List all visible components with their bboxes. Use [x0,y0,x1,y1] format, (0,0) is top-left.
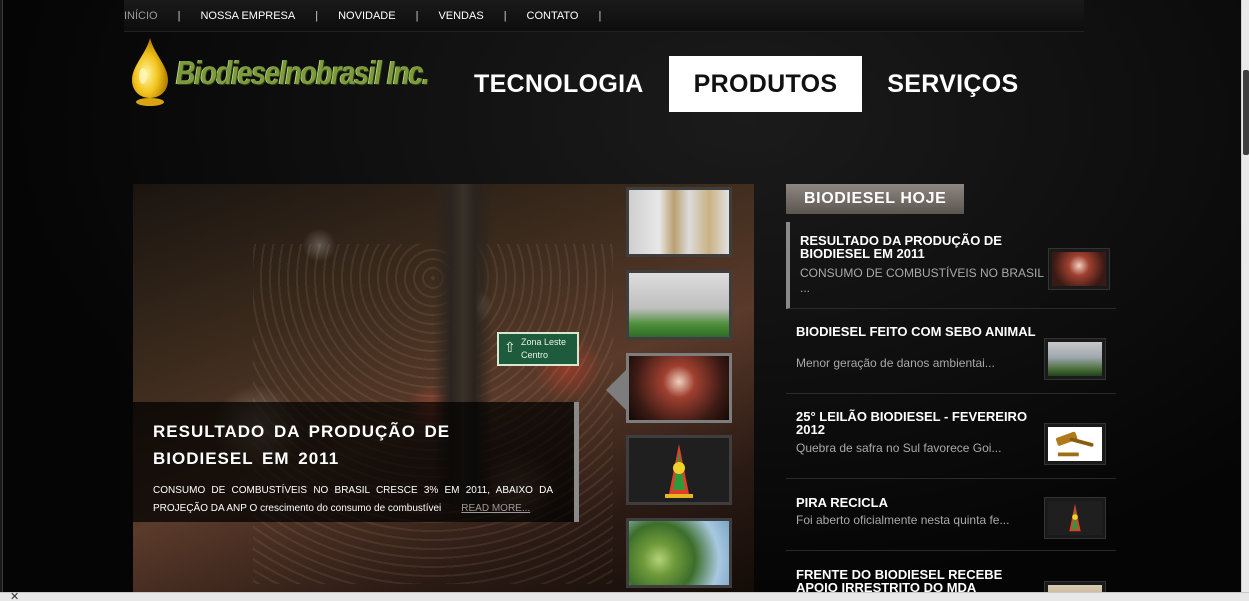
caption-accent-bar [574,402,579,522]
road-sign-line2: Centro [521,350,549,360]
topnav-separator: | [315,10,319,22]
news-thumbnail[interactable] [1048,248,1110,290]
topnav-separator: | [598,10,602,22]
topnav-item-contato[interactable]: CONTATO [527,10,579,22]
top-navigation: INÍCIO | NOSSA EMPRESA | NOVIDADE | VEND… [124,0,1084,32]
page: INÍCIO | NOSSA EMPRESA | NOVIDADE | VEND… [3,0,1241,601]
news-title[interactable]: 25° LEILÃO BIODIESEL - FEVEREIRO 2012 [796,410,1040,436]
topnav-item-inicio[interactable]: INÍCIO [124,10,158,22]
news-item[interactable]: BIODIESEL FEITO COM SEBO ANIMAL Menor ge… [786,309,1116,394]
topnav-link-vendas[interactable]: VENDAS [438,10,483,22]
caption-text: CONSUMO DE COMBUSTÍVEIS NO BRASIL CRESCE… [153,482,553,518]
news-title[interactable]: RESULTADO DA PRODUÇÃO DE BIODIESEL EM 20… [800,234,1044,260]
slider-thumb-recycle[interactable] [626,435,732,505]
mainnav-produtos[interactable]: PRODUTOS [668,56,863,112]
active-thumb-pointer [606,368,628,412]
logo-brand-text: Biodieselnobrasil Inc. [176,54,430,91]
thumb-image [629,521,729,585]
read-more-link[interactable]: READ MORE... [461,503,530,514]
news-thumb-image [1052,252,1106,286]
news-thumbnail[interactable] [1044,497,1106,539]
news-thumb-image [1048,501,1102,535]
news-summary: Quebra de safra no Sul favorece Goi... [796,441,1002,455]
road-sign: ⇧ Zona Leste Centro [497,332,579,366]
topnav-separator: | [177,10,181,22]
thumb-image [629,190,729,254]
news-item[interactable]: 25° LEILÃO BIODIESEL - FEVEREIRO 2012 Qu… [786,394,1116,479]
news-thumbnail[interactable] [1044,423,1106,465]
scrollbar-thumb[interactable] [1243,70,1249,155]
news-item[interactable]: PIRA RECICLA Foi aberto oficialmente nes… [786,479,1116,551]
news-summary: CONSUMO DE COMBUSTÍVEIS NO BRASIL ... [800,266,1044,295]
topnav-item-vendas[interactable]: VENDAS [438,10,483,22]
vertical-scrollbar[interactable] [1241,0,1249,592]
topnav-item-nossa-empresa[interactable]: NOSSA EMPRESA [200,10,295,22]
news-title[interactable]: BIODIESEL FEITO COM SEBO ANIMAL [796,325,1040,338]
mainnav-tecnologia[interactable]: TECNOLOGIA [449,56,669,112]
slider-caption: RESULTADO DA PRODUÇÃO DE BIODIESEL EM 20… [133,402,579,522]
slider-thumb-factory[interactable] [626,270,732,340]
thumb-image [629,438,729,502]
recycle-mascot-icon [1069,503,1081,532]
thumb-image [629,273,729,337]
slider-thumb-fruit[interactable] [626,518,732,588]
topnav-separator: | [415,10,419,22]
topnav-separator: | [503,10,507,22]
main-navigation: TECNOLOGIA PRODUTOS SERVIÇOS [449,56,1043,112]
topnav-link-novidade[interactable]: NOVIDADE [338,10,395,22]
news-item[interactable]: RESULTADO DA PRODUÇÃO DE BIODIESEL EM 20… [786,222,1116,309]
oil-drop-icon [132,38,168,106]
sidebar-title: BIODIESEL HOJE [786,184,965,214]
slider-thumb-processor[interactable] [626,187,732,257]
slider-thumb-traffic[interactable] [626,353,732,423]
news-thumb-image [1048,342,1102,376]
site-logo[interactable]: Biodieselnobrasil Inc. [128,36,430,111]
topnav-link-contato[interactable]: CONTATO [527,10,579,22]
topnav-item-novidade[interactable]: NOVIDADE [338,10,395,22]
road-sign-line1: Zona Leste [521,337,567,347]
gavel-icon [1055,431,1094,457]
caption-title[interactable]: RESULTADO DA PRODUÇÃO DE BIODIESEL EM 20… [153,418,553,472]
thumb-image [629,356,729,420]
news-summary: Menor geração de danos ambientai... [796,356,995,370]
news-title[interactable]: FRENTE DO BIODIESEL RECEBE APOIO IRRESTR… [796,568,1040,594]
news-thumbnail[interactable] [1044,338,1106,380]
browser-status-bar: ✕ [0,590,1249,601]
recycle-mascot-icon [665,444,693,498]
mainnav-servicos[interactable]: SERVIÇOS [862,56,1043,112]
topnav-link-inicio[interactable]: INÍCIO [124,10,158,22]
close-icon[interactable]: ✕ [10,590,19,601]
news-thumb-image [1048,427,1102,461]
news-summary: Foi aberto oficialmente nesta quinta fe.… [796,513,1010,527]
arrow-up-icon: ⇧ [504,339,516,355]
topnav-link-nossa-empresa[interactable]: NOSSA EMPRESA [200,10,295,22]
news-title[interactable]: PIRA RECICLA [796,496,1040,509]
